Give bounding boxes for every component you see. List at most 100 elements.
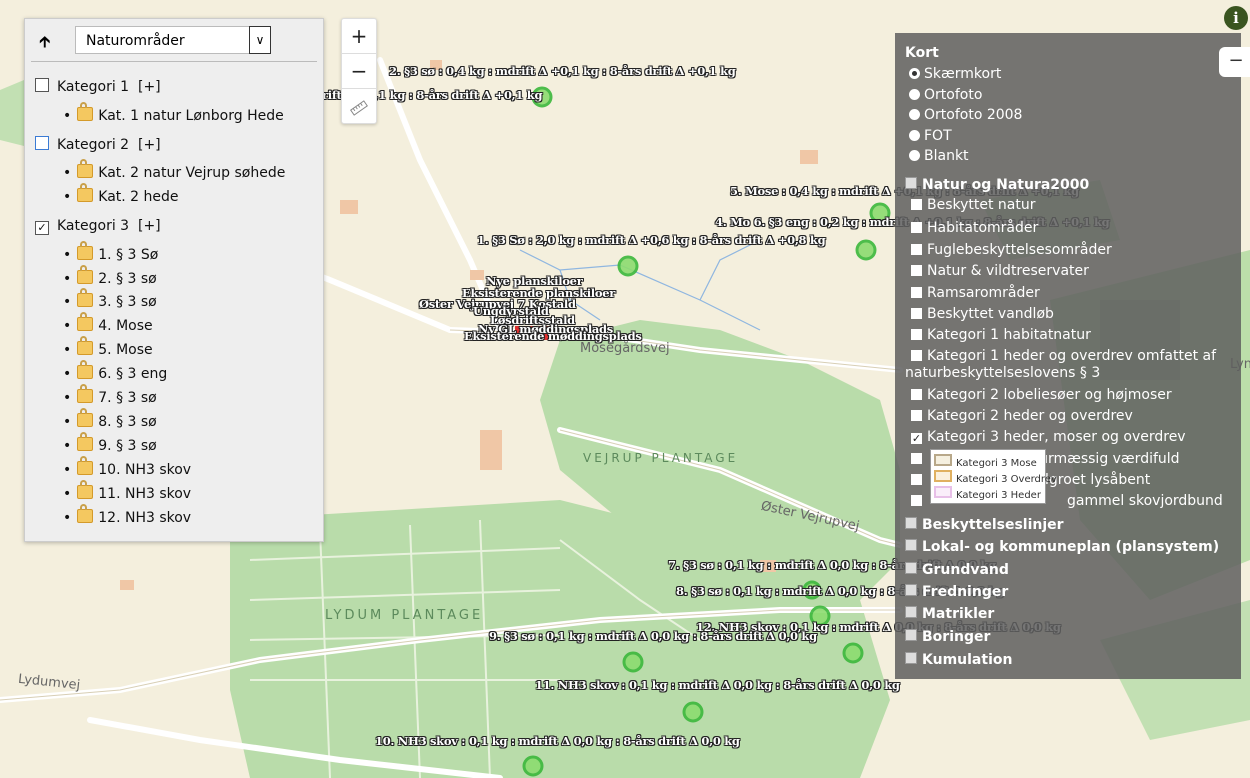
list-item[interactable]: • 6. § 3 eng	[63, 360, 168, 382]
group-item[interactable]: Matrikler	[905, 606, 994, 622]
basemap-option[interactable]: Blankt	[909, 148, 969, 164]
layer-checkbox[interactable]	[911, 453, 922, 464]
group-item[interactable]: Lokal- og kommuneplan (plansystem)	[905, 539, 1219, 555]
list-item-label: 6. § 3 eng	[98, 366, 168, 382]
layer-checkbox-checked[interactable]: ✓	[911, 433, 922, 444]
list-item[interactable]: • 10. NH3 skov	[63, 456, 191, 478]
group-checkbox[interactable]	[905, 517, 917, 529]
group-item[interactable]: Kumulation	[905, 652, 1012, 668]
layer-item[interactable]: Ramsarområder	[911, 285, 1040, 301]
up-arrow-icon[interactable]: 🡱	[39, 31, 51, 58]
group-item[interactable]: Grundvand	[905, 562, 1009, 578]
group-checkbox[interactable]	[905, 539, 917, 551]
layer-checkbox[interactable]	[911, 329, 922, 340]
lock-icon	[77, 384, 94, 403]
zoom-out-button[interactable]: −	[342, 54, 376, 89]
basemap-option[interactable]: FOT	[909, 128, 952, 144]
layer-label: aturmæssig værdifuld	[1025, 451, 1180, 467]
list-item[interactable]: • 3. § 3 sø	[63, 288, 157, 310]
map-label: 2. §3 sø : 0,4 kg : mdrift Δ +0,1 kg : 8…	[389, 64, 736, 78]
group-label: Grundvand	[922, 562, 1009, 578]
layer-item[interactable]: Kategori 1 heder og overdrev omfattet af	[911, 348, 1216, 364]
category-3-checkbox[interactable]: ✓	[35, 221, 49, 235]
layer-checkbox[interactable]	[911, 265, 922, 276]
list-item[interactable]: • 8. § 3 sø	[63, 408, 157, 430]
zoom-in-button[interactable]: +	[342, 19, 376, 54]
list-item-label: 5. Mose	[98, 342, 153, 358]
radio-selected[interactable]	[909, 68, 920, 79]
layer-checkbox[interactable]	[911, 495, 922, 506]
category-2-checkbox[interactable]	[35, 136, 49, 150]
layer-item[interactable]: ✓ Kategori 3 heder, moser og overdrev	[911, 429, 1186, 445]
category-3-expand[interactable]: [+]	[138, 218, 161, 234]
group-checkbox[interactable]	[905, 584, 917, 596]
layer-checkbox[interactable]	[911, 389, 922, 400]
radio[interactable]	[909, 150, 920, 161]
list-item[interactable]: • 2. § 3 sø	[63, 265, 157, 287]
list-item-label: Kat. 1 natur Lønborg Hede	[98, 108, 284, 124]
basemap-option[interactable]: Ortofoto	[909, 87, 982, 103]
layer-checkbox[interactable]	[911, 287, 922, 298]
list-item[interactable]: • Kat. 1 natur Lønborg Hede	[63, 102, 284, 124]
layer-checkbox[interactable]	[911, 244, 922, 255]
list-item[interactable]: • Kat. 2 hede	[63, 183, 179, 205]
layer-label: Ramsarområder	[927, 285, 1040, 301]
group-checkbox[interactable]	[905, 629, 917, 641]
chevron-down-icon[interactable]: ∨	[249, 26, 271, 54]
layer-item[interactable]: Fuglebeskyttelsesområder	[911, 242, 1112, 258]
layer-item[interactable]: Beskyttet vandløb	[911, 306, 1054, 322]
layer-item[interactable]: Beskyttet natur	[911, 197, 1036, 213]
layer-item[interactable]: Kategori 1 habitatnatur	[911, 327, 1091, 343]
basemap-option[interactable]: Ortofoto 2008	[909, 107, 1022, 123]
group-item[interactable]: Fredninger	[905, 584, 1008, 600]
category-2-expand[interactable]: [+]	[138, 137, 161, 153]
list-item[interactable]: • 11. NH3 skov	[63, 480, 191, 502]
category-1[interactable]: Kategori 1 [+]	[35, 78, 161, 95]
radio[interactable]	[909, 130, 920, 141]
collapse-panel-button[interactable]: −	[1219, 47, 1250, 77]
layer-label: lgroet lysåbent	[1045, 472, 1151, 488]
list-item[interactable]: • 1. § 3 Sø	[63, 241, 158, 263]
info-icon[interactable]: i	[1224, 6, 1248, 30]
basemap-label: Ortofoto 2008	[924, 107, 1023, 123]
radio[interactable]	[909, 89, 920, 100]
lock-icon	[77, 432, 94, 451]
layer-tree-panel: 🡱 Naturområder ∨ Kategori 1 [+] • Kat. 1 …	[24, 18, 324, 542]
group-item[interactable]: Boringer	[905, 629, 990, 645]
category-3[interactable]: ✓ Kategori 3 [+]	[35, 218, 161, 235]
group-checkbox[interactable]	[905, 652, 917, 664]
layer-checkbox[interactable]	[911, 474, 922, 485]
layer-item[interactable]: Kategori 2 heder og overdrev	[911, 408, 1133, 424]
layer-item[interactable]: Habitatområder	[911, 220, 1038, 236]
list-item[interactable]: • 12. NH3 skov	[63, 504, 191, 526]
list-item[interactable]: • 9. § 3 sø	[63, 432, 157, 454]
group-checkbox[interactable]	[905, 606, 917, 618]
measure-button[interactable]	[342, 89, 376, 123]
list-item[interactable]: • 4. Mose	[63, 312, 153, 334]
layer-item[interactable]: Kategori 2 lobeliesøer og højmoser	[911, 387, 1172, 403]
layer-checkbox[interactable]	[911, 350, 922, 361]
layer-item[interactable]: Natur & vildtreservater	[911, 263, 1089, 279]
basemap-option[interactable]: Skærmkort	[909, 66, 1001, 82]
layer-checkbox[interactable]	[911, 308, 922, 319]
map-label: Eksisterende møddingsplads	[464, 329, 642, 343]
category-1-checkbox[interactable]	[35, 78, 49, 92]
radio[interactable]	[909, 109, 920, 120]
theme-select[interactable]: Naturområder ∨	[75, 26, 271, 54]
divider	[31, 61, 317, 62]
category-1-expand[interactable]: [+]	[138, 79, 161, 95]
layer-checkbox[interactable]	[911, 199, 922, 210]
group-checkbox[interactable]	[905, 562, 917, 574]
group-item[interactable]: Beskyttelseslinjer	[905, 517, 1064, 533]
layer-checkbox[interactable]	[911, 410, 922, 421]
layer-checkbox[interactable]	[911, 222, 922, 233]
list-item[interactable]: • 7. § 3 sø	[63, 384, 157, 406]
group-natur[interactable]: Natur og Natura2000	[905, 177, 1089, 193]
category-2[interactable]: Kategori 2 [+]	[35, 136, 161, 153]
layer-label: Habitatområder	[927, 220, 1039, 236]
group-checkbox[interactable]	[905, 177, 917, 189]
list-item[interactable]: • Kat. 2 natur Vejrup søhede	[63, 159, 285, 181]
legend-item: Kategori 3 Heder	[934, 486, 1041, 501]
list-item[interactable]: • 5. Mose	[63, 336, 153, 358]
group-label: Natur og Natura2000	[922, 177, 1090, 193]
